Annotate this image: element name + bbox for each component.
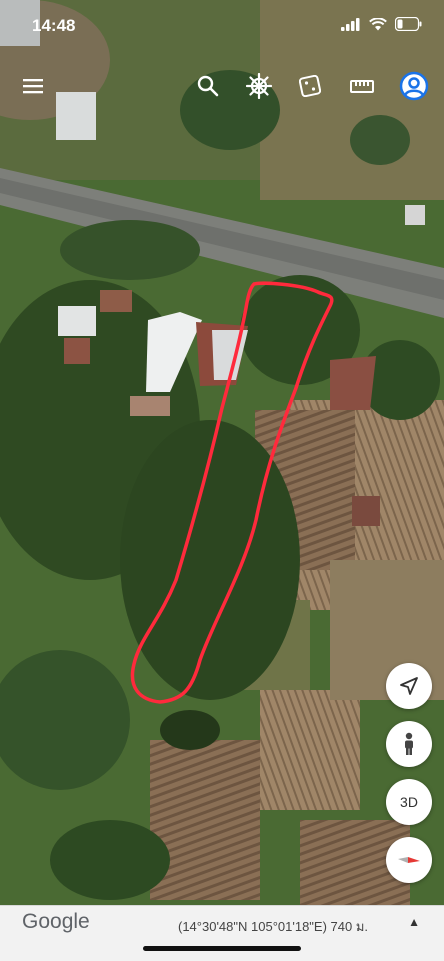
- measure-button[interactable]: [340, 64, 384, 108]
- status-bar: 14:48: [0, 0, 444, 52]
- status-icons: [341, 17, 422, 31]
- navigation-arrow-icon: [400, 677, 418, 695]
- compass-button[interactable]: [386, 837, 432, 883]
- battery-icon: [395, 17, 422, 31]
- coordinates-readout: (14°30'48"N 105°01'18"E) 740 ม.: [178, 919, 369, 934]
- pegman-icon: [405, 732, 413, 755]
- dice-icon: [299, 75, 321, 97]
- cellular-signal-icon: [341, 17, 360, 31]
- account-button[interactable]: [392, 64, 436, 108]
- google-logo: Google: [22, 910, 90, 933]
- menu-button[interactable]: [12, 64, 56, 108]
- toggle-3d-button[interactable]: 3D: [386, 779, 432, 825]
- ship-wheel-icon: [246, 73, 272, 99]
- wifi-icon: [369, 17, 387, 30]
- bottom-info-bar: Google (14°30'48"N 105°01'18"E) 740 ม. ▲: [0, 905, 444, 961]
- home-indicator: [143, 946, 301, 951]
- satellite-map[interactable]: [0, 0, 444, 960]
- my-location-button[interactable]: [386, 663, 432, 709]
- account-icon: [399, 71, 429, 101]
- compass-icon: [398, 857, 420, 863]
- ruler-icon: [350, 80, 374, 93]
- status-time: 14:48: [32, 16, 76, 35]
- voyager-button[interactable]: [237, 64, 281, 108]
- search-icon: [197, 75, 219, 97]
- expand-info-icon[interactable]: ▲: [408, 915, 420, 929]
- feeling-lucky-button[interactable]: [288, 64, 332, 108]
- menu-icon: [23, 79, 43, 94]
- top-toolbar: [0, 64, 444, 108]
- search-button[interactable]: [186, 64, 230, 108]
- toggle-3d-label: 3D: [400, 794, 418, 810]
- street-view-button[interactable]: [386, 721, 432, 767]
